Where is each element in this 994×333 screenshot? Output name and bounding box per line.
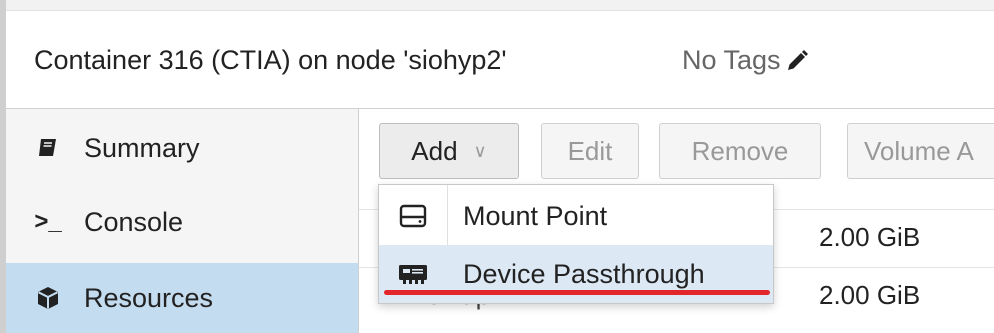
terminal-icon: >_ <box>34 208 62 235</box>
add-button[interactable]: Add ∨ <box>379 123 519 179</box>
menu-item-label: Device Passthrough <box>463 258 705 289</box>
volume-action-button[interactable]: Volume A <box>847 123 994 179</box>
sidebar-item-label: Resources <box>84 282 214 313</box>
add-button-label: Add <box>411 135 458 166</box>
cube-icon <box>34 284 62 312</box>
sidebar-item-label: Summary <box>84 132 200 163</box>
add-dropdown-menu: Mount Point Device Passthrough <box>378 184 774 304</box>
pencil-icon[interactable] <box>785 49 809 73</box>
sidebar-item-resources[interactable]: Resources <box>6 263 358 333</box>
annotation-underline <box>384 290 770 295</box>
sidebar-item-label: Console <box>84 206 184 237</box>
chevron-down-icon: ∨ <box>473 140 487 161</box>
page-title: Container 316 (CTIA) on node 'siohyp2' <box>34 45 507 75</box>
sidebar: Summary >_ Console Resources <box>6 109 359 333</box>
panel-header: Container 316 (CTIA) on node 'siohyp2' N… <box>6 11 994 109</box>
book-icon <box>34 134 62 162</box>
menu-item-mount-point[interactable]: Mount Point <box>379 187 773 245</box>
remove-button[interactable]: Remove <box>659 123 821 179</box>
top-toolbar-strip <box>6 0 994 11</box>
row-value: 2.00 GiB <box>819 222 921 252</box>
sidebar-item-summary[interactable]: Summary <box>6 113 358 183</box>
device-icon <box>379 262 447 286</box>
menu-item-label: Mount Point <box>463 200 608 231</box>
tags-label: No Tags <box>682 45 781 75</box>
tags-editor[interactable]: No Tags <box>682 45 809 76</box>
sidebar-item-console[interactable]: >_ Console <box>6 187 358 257</box>
edit-button[interactable]: Edit <box>541 123 639 179</box>
hdd-icon <box>379 203 447 229</box>
row-value: 2.00 GiB <box>819 280 921 310</box>
